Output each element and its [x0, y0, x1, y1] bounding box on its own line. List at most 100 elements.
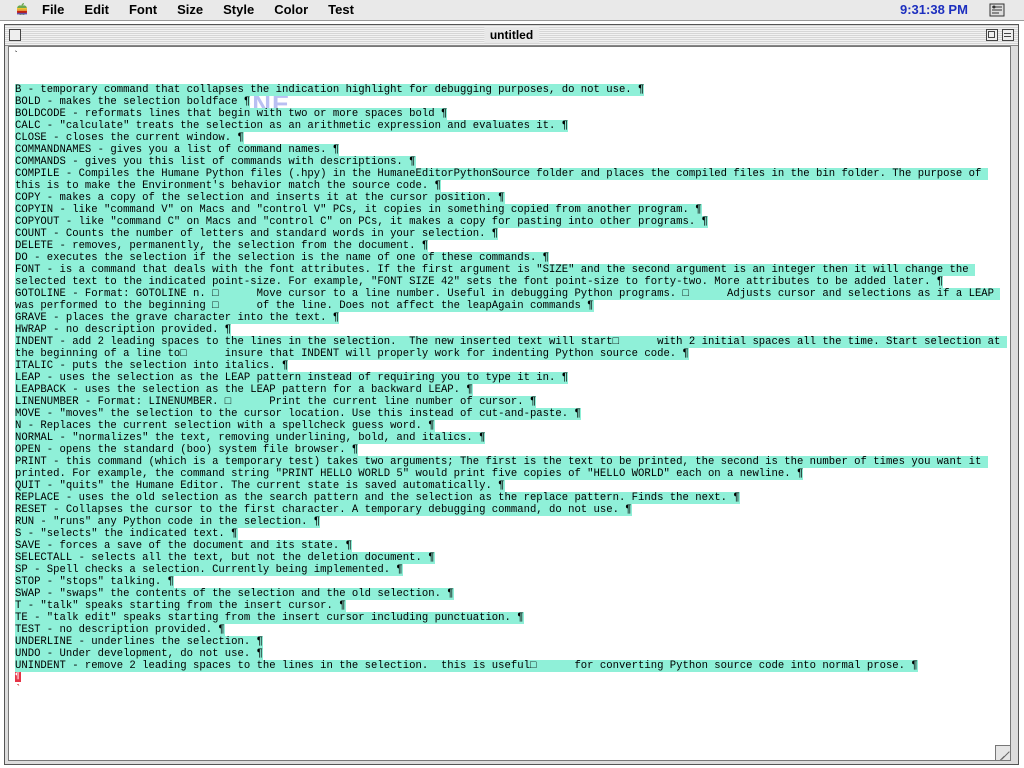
command-line-text: COMMANDNAMES - gives you a list of comma… — [15, 144, 340, 156]
command-line[interactable]: TE - "talk edit" speaks starting from th… — [15, 612, 1010, 624]
command-line[interactable]: UNINDENT - remove 2 leading spaces to th… — [15, 660, 1010, 672]
menu-clock[interactable]: 9:31:38 PM — [900, 0, 968, 20]
command-line[interactable]: GRAVE - places the grave character into … — [15, 312, 1010, 324]
command-line-text: BOLD - makes the selection boldface ¶ — [15, 96, 251, 108]
command-line[interactable]: CLOSE - closes the current window. ¶ — [15, 132, 1010, 144]
menu-list: File Edit Font Size Style Color Test — [42, 0, 361, 20]
command-line-text: SAVE - forces a save of the document and… — [15, 540, 352, 552]
command-line[interactable]: SWAP - "swaps" the contents of the selec… — [15, 588, 1010, 600]
command-line[interactable]: TEST - no description provided. ¶ — [15, 624, 1010, 636]
command-line-text: OPEN - opens the standard (boo) system f… — [15, 444, 359, 456]
command-line[interactable]: REPLACE - uses the old selection as the … — [15, 492, 1010, 504]
command-line[interactable]: FONT - is a command that deals with the … — [15, 264, 1010, 288]
menu-file[interactable]: File — [42, 0, 71, 20]
menu-style[interactable]: Style — [223, 0, 261, 20]
command-line[interactable]: COMMANDNAMES - gives you a list of comma… — [15, 144, 1010, 156]
command-line[interactable]: BOLD - makes the selection boldface ¶ — [15, 96, 1010, 108]
command-line[interactable]: MOVE - "moves" the selection to the curs… — [15, 408, 1010, 420]
menu-test[interactable]: Test — [328, 0, 361, 20]
menu-color[interactable]: Color — [274, 0, 315, 20]
command-line-text: SWAP - "swaps" the contents of the selec… — [15, 588, 454, 600]
command-line-text: PRINT - this command (which is a tempora… — [15, 456, 988, 480]
command-line-text: COPY - makes a copy of the selection and… — [15, 192, 505, 204]
command-line-text: ITALIC - puts the selection into italics… — [15, 360, 289, 372]
command-line-text: REPLACE - uses the old selection as the … — [15, 492, 740, 504]
command-line[interactable]: COPY - makes a copy of the selection and… — [15, 192, 1010, 204]
command-line-text: SELECTALL - selects all the text, but no… — [15, 552, 435, 564]
command-line[interactable]: STOP - "stops" talking. ¶ — [15, 576, 1010, 588]
command-line[interactable]: OPEN - opens the standard (boo) system f… — [15, 444, 1010, 456]
command-line[interactable]: CALC - "calculate" treats the selection … — [15, 120, 1010, 132]
command-line-text: DO - executes the selection if the selec… — [15, 252, 550, 264]
command-line-text: QUIT - "quits" the Humane Editor. The cu… — [15, 480, 505, 492]
command-line[interactable]: SAVE - forces a save of the document and… — [15, 540, 1010, 552]
command-line[interactable]: COMMANDS - gives you this list of comman… — [15, 156, 1010, 168]
document-window: untitled ` COMMANDS DONE B - temporary c… — [4, 24, 1019, 765]
command-line-text: COMPILE - Compiles the Humane Python fil… — [15, 168, 988, 192]
collapse-box-icon[interactable] — [1002, 29, 1014, 41]
command-line-text: T - "talk" speaks starting from the inse… — [15, 600, 346, 612]
command-line-text: LEAPBACK - uses the selection as the LEA… — [15, 384, 473, 396]
command-line[interactable]: DO - executes the selection if the selec… — [15, 252, 1010, 264]
command-line[interactable]: COMPILE - Compiles the Humane Python fil… — [15, 168, 1010, 192]
zoom-box-icon[interactable] — [986, 29, 998, 41]
command-line-text: B - temporary command that collapses the… — [15, 84, 645, 96]
window-title: untitled — [483, 27, 540, 43]
resize-handle-icon[interactable] — [995, 745, 1010, 760]
command-line-text: TEST - no description provided. ¶ — [15, 624, 225, 636]
command-line-text: COUNT - Counts the number of letters and… — [15, 228, 499, 240]
command-line-text: GRAVE - places the grave character into … — [15, 312, 340, 324]
command-line[interactable]: ITALIC - puts the selection into italics… — [15, 360, 1010, 372]
command-line[interactable]: LEAP - uses the selection as the LEAP pa… — [15, 372, 1010, 384]
command-line-text: NORMAL - "normalizes" the text, removing… — [15, 432, 486, 444]
command-line[interactable]: SELECTALL - selects all the text, but no… — [15, 552, 1010, 564]
command-line[interactable]: PRINT - this command (which is a tempora… — [15, 456, 1010, 480]
command-line[interactable]: RUN - "runs" any Python code in the sele… — [15, 516, 1010, 528]
command-line-text: CALC - "calculate" treats the selection … — [15, 120, 569, 132]
command-line[interactable]: BOLDCODE - reformats lines that begin wi… — [15, 108, 1010, 120]
command-line[interactable]: QUIT - "quits" the Humane Editor. The cu… — [15, 480, 1010, 492]
menu-font[interactable]: Font — [129, 0, 164, 20]
menu-bar: File Edit Font Size Style Color Test 9:3… — [0, 0, 1024, 21]
end-of-document: ¶ — [15, 672, 1010, 684]
command-line-text: N - Replaces the current selection with … — [15, 420, 435, 432]
command-line[interactable]: DELETE - removes, permanently, the selec… — [15, 240, 1010, 252]
command-line-text: STOP - "stops" talking. ¶ — [15, 576, 174, 588]
command-line-text: FONT - is a command that deals with the … — [15, 264, 975, 288]
command-line-text: SP - Spell checks a selection. Currently… — [15, 564, 403, 576]
command-line[interactable]: T - "talk" speaks starting from the inse… — [15, 600, 1010, 612]
apple-menu-icon[interactable] — [15, 3, 29, 17]
command-line[interactable]: S - "selects" the indicated text. ¶ — [15, 528, 1010, 540]
command-line[interactable]: RESET - Collapses the cursor to the firs… — [15, 504, 1010, 516]
command-list[interactable]: B - temporary command that collapses the… — [15, 84, 1010, 696]
command-line[interactable]: UNDERLINE - underlines the selection. ¶ — [15, 636, 1010, 648]
command-line[interactable]: B - temporary command that collapses the… — [15, 84, 1010, 96]
command-line[interactable]: LINENUMBER - Format: LINENUMBER. □ Print… — [15, 396, 1010, 408]
command-line-text: BOLDCODE - reformats lines that begin wi… — [15, 108, 448, 120]
menu-size[interactable]: Size — [177, 0, 210, 20]
command-line[interactable]: COPYOUT - like "command C" on Macs and "… — [15, 216, 1010, 228]
window-title-bar[interactable]: untitled — [5, 25, 1018, 46]
command-line-text: TE - "talk edit" speaks starting from th… — [15, 612, 524, 624]
command-line[interactable]: UNDO - Under development, do not use. ¶ — [15, 648, 1010, 660]
application-menu-icon[interactable] — [988, 2, 1006, 18]
command-line-text: COMMANDS - gives you this list of comman… — [15, 156, 416, 168]
menu-edit[interactable]: Edit — [84, 0, 116, 20]
command-line-text: DELETE - removes, permanently, the selec… — [15, 240, 429, 252]
close-box-icon[interactable] — [9, 29, 21, 41]
command-line[interactable]: COUNT - Counts the number of letters and… — [15, 228, 1010, 240]
command-line-text: COPYIN - like "command V" on Macs and "c… — [15, 204, 702, 216]
command-line[interactable]: HWRAP - no description provided. ¶ — [15, 324, 1010, 336]
command-line-text: HWRAP - no description provided. ¶ — [15, 324, 232, 336]
command-line[interactable]: GOTOLINE - Format: GOTOLINE n. □ Move cu… — [15, 288, 1010, 312]
command-line-text: UNDERLINE - underlines the selection. ¶ — [15, 636, 263, 648]
command-line[interactable]: INDENT - add 2 leading spaces to the lin… — [15, 336, 1010, 360]
command-line-text: CLOSE - closes the current window. ¶ — [15, 132, 244, 144]
command-line[interactable]: N - Replaces the current selection with … — [15, 420, 1010, 432]
command-line[interactable]: SP - Spell checks a selection. Currently… — [15, 564, 1010, 576]
command-line[interactable]: NORMAL - "normalizes" the text, removing… — [15, 432, 1010, 444]
command-line[interactable]: LEAPBACK - uses the selection as the LEA… — [15, 384, 1010, 396]
insertion-caret: ` — [15, 684, 22, 696]
command-line[interactable]: COPYIN - like "command V" on Macs and "c… — [15, 204, 1010, 216]
document-text-area[interactable]: ` COMMANDS DONE B - temporary command th… — [8, 46, 1011, 761]
